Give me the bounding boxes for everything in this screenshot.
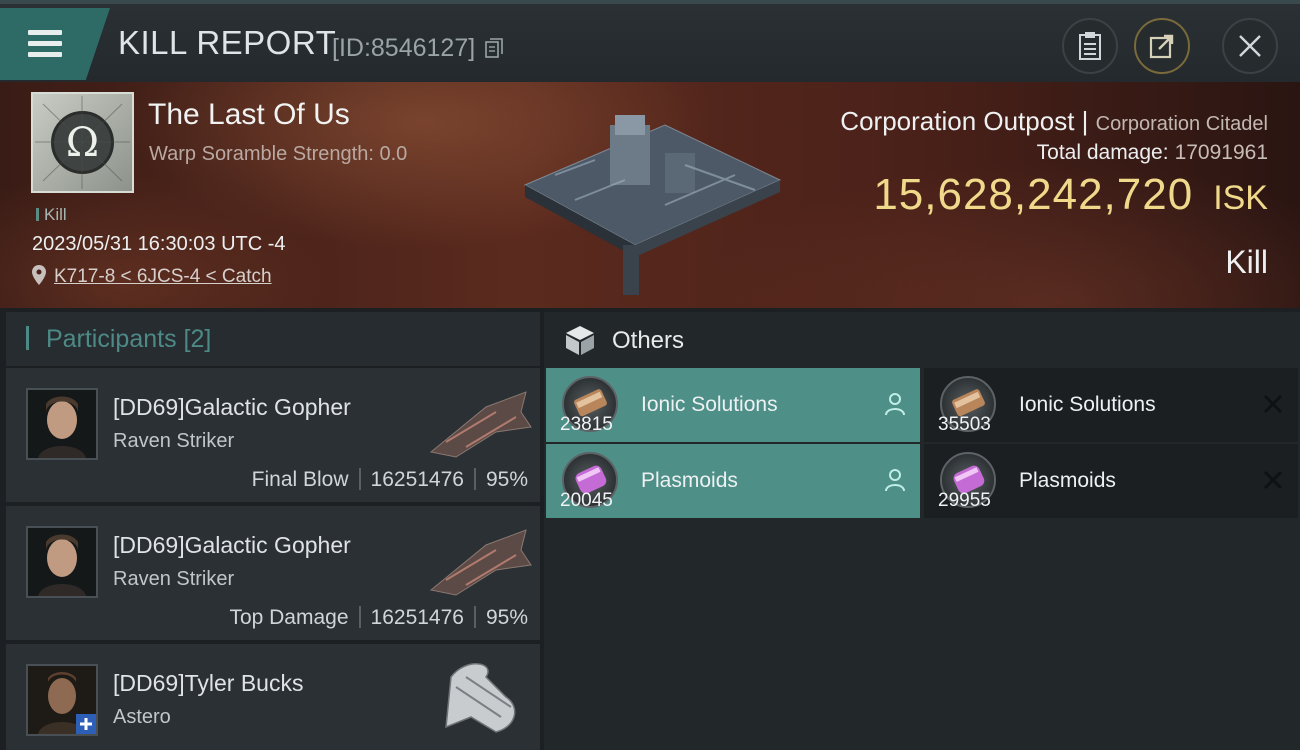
participants-header: Participants [2] [6,312,540,366]
item-name: Plasmoids [1019,469,1116,492]
ship-image [445,663,516,733]
close-icon [1239,35,1261,57]
share-icon [1149,34,1174,59]
person-icon [885,469,905,492]
isk-amount: 15,628,242,720 [873,170,1194,219]
participant-name: [DD69]Tyler Bucks [113,670,304,696]
character-portrait-icon [28,528,96,596]
participant-row[interactable]: [DD69]Galactic Gopher Raven Striker Fina… [6,368,540,502]
others-panel: Others 23815 Ionic Solutions 35503 Ionic… [544,312,1300,750]
clipboard-button[interactable] [1062,18,1118,74]
share-button[interactable] [1134,18,1190,74]
others-title: Others [612,327,685,354]
participant-row[interactable]: [DD69]Galactic Gopher Raven Striker Top … [6,506,540,640]
menu-icon [28,30,62,58]
destroyed-x-icon [1263,470,1283,490]
menu-button[interactable] [0,8,110,80]
item-name: Plasmoids [641,469,738,492]
participant-damage: 16251476 [370,606,464,629]
structure-subtype: Corporation Citadel [1095,113,1268,135]
warp-scramble-strength: Warp Soramble Strength: 0.0 [149,143,408,165]
victim-name: The Last Of Us [148,98,350,131]
copy-icon[interactable] [484,37,504,59]
participant-role: Final Blow [251,468,349,491]
participants-count: [2] [183,325,212,353]
participant-damage: 16251476 [370,468,464,491]
total-damage-label: Total damage: [1036,141,1169,164]
participant-stats: Top Damage 16251476 95% [229,606,528,630]
item-name: Ionic Solutions [641,393,778,416]
others-header: Others [544,312,1300,368]
location-pin-icon [32,265,46,285]
item-slot[interactable]: 23815 Ionic Solutions [546,368,920,442]
isk-unit: ISK [1213,179,1268,217]
cube-icon [566,326,594,355]
page-title: KILL REPORT [118,24,337,61]
participant-percent: 95% [485,606,528,629]
corporation-logo: Ω [31,92,134,193]
item-slot[interactable]: 20045 Plasmoids [546,444,920,518]
destroyed-x-icon [1263,394,1283,414]
clipboard-icon [1079,32,1101,60]
structure-image [523,115,782,295]
structure-type-name: Corporation Outpost [840,106,1075,136]
character-portrait-icon [28,390,96,458]
avatar [26,664,98,736]
item-quantity: 23815 [560,414,613,435]
kill-result: Kill [1225,244,1268,280]
item-name: Ionic Solutions [1019,393,1156,416]
participants-title-text: Participants [45,325,177,353]
participant-row[interactable]: [DD69]Tyler Bucks Astero [6,644,540,750]
structure-type: Corporation Outpost | Corporation Citade… [840,106,1268,137]
header-bar: KILL REPORT [ID:8546127] [0,0,1300,82]
participant-ship: Raven Striker [113,430,235,452]
participant-percent: 95% [485,468,528,491]
participant-stats: Final Blow 16251476 95% [252,468,528,492]
participants-panel: Participants [2] [DD69]Galactic Gopher R… [6,312,540,750]
participant-name: [DD69]Galactic Gopher [113,532,351,558]
ship-image [429,529,532,596]
total-damage-value: 17091961 [1174,141,1268,164]
participant-ship: Raven Striker [113,568,235,590]
isk-value: 15,628,242,720 ISK [873,170,1268,220]
item-slot[interactable]: 35503 Ionic Solutions [924,368,1298,442]
omega-logo-icon: Ω [35,96,130,189]
item-quantity: 20045 [560,490,613,511]
location-link[interactable]: K717-8 < 6JCS-4 < Catch [54,266,272,288]
participant-name: [DD69]Galactic Gopher [113,394,351,420]
person-icon [885,393,905,416]
avatar [26,526,98,598]
item-quantity: 29955 [938,490,991,511]
participants-title: Participants [2] [26,325,211,354]
close-button[interactable] [1222,18,1278,74]
report-id: [ID:8546127] [332,34,476,62]
plus-badge-icon [76,714,96,734]
avatar [26,388,98,460]
ship-image [429,391,532,458]
kill-datetime: 2023/05/31 16:30:03 UTC -4 [32,233,286,255]
structure-type-separator: | [1081,106,1089,136]
kill-tag: Kill [36,205,67,225]
svg-text:Ω: Ω [66,120,99,166]
participant-ship: Astero [113,706,171,728]
total-damage: Total damage: 17091961 [1037,141,1268,165]
participant-role: Top Damage [229,606,349,629]
item-quantity: 35503 [938,414,991,435]
item-slot[interactable]: 29955 Plasmoids [924,444,1298,518]
